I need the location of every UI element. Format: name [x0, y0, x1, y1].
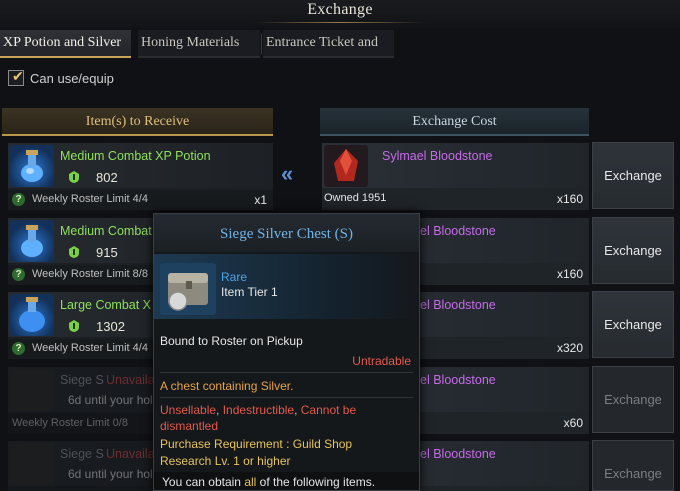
receive-quantity: x1	[254, 193, 267, 207]
exchange-cost-header: Exchange Cost	[320, 108, 589, 136]
cost-row-top: Sylmael Bloodstone	[322, 143, 589, 188]
xp-potion-icon	[10, 294, 54, 336]
tooltip-item-tier: Item Tier 1	[221, 285, 278, 299]
cost-item-name: el Bloodstone	[420, 298, 496, 312]
double-chevron-left-icon: «	[281, 161, 294, 186]
tab-label: Honing Materials	[141, 35, 240, 50]
silver-chest-icon	[10, 369, 54, 411]
flag-cannot-be: Cannot be	[300, 403, 357, 417]
tab-separator	[261, 34, 262, 54]
title-ornament	[255, 22, 425, 23]
tooltip-bound: Bound to Roster on Pickup	[160, 334, 303, 348]
price-value: 802	[96, 170, 118, 185]
guild-coin-icon	[69, 320, 79, 332]
exchange-button[interactable]: Exchange	[592, 217, 674, 284]
tab-bar: XP Potion and Silver Honing Materials En…	[0, 30, 400, 58]
silver-chest-icon	[160, 263, 216, 315]
can-use-equip-checkbox[interactable]: ✔	[8, 68, 24, 86]
tab-entrance-ticket[interactable]: Entrance Ticket and	[263, 30, 394, 58]
cost-item-name: el Bloodstone	[420, 373, 496, 387]
items-to-receive-header: Item(s) to Receive	[2, 108, 273, 136]
guild-coin-icon	[69, 171, 79, 183]
receive-row[interactable]: Medium Combat XP Potion 802 ? Weekly Ros…	[8, 143, 273, 210]
exchange-button[interactable]: Exchange	[592, 142, 674, 209]
checkmark-icon: ✔	[12, 68, 24, 84]
receive-item-name: Medium Combat	[60, 224, 152, 238]
tooltip-title: Siege Silver Chest (S)	[154, 214, 419, 252]
receive-row-top: Medium Combat XP Potion 802	[8, 143, 273, 188]
silver-chest-icon	[10, 443, 54, 485]
bloodstone-icon	[324, 145, 368, 187]
window-title: Exchange	[307, 1, 373, 18]
price-value: 1302	[96, 319, 125, 334]
tooltip-footer: You can obtain all of the following item…	[154, 472, 419, 490]
tooltip-requirement-1: Purchase Requirement : Guild Shop	[160, 437, 353, 451]
receive-item-name: Medium Combat XP Potion	[60, 149, 211, 163]
receive-row-bottom: ? Weekly Roster Limit 4/4 x1	[8, 190, 273, 210]
cost-item-name: el Bloodstone	[420, 224, 496, 238]
tooltip-requirement-2: Research Lv. 1 or higher	[160, 454, 291, 468]
price-value: 915	[96, 245, 118, 260]
tooltip-flags-line1: Unsellable, Indestructible, Cannot be	[160, 403, 357, 417]
receive-item-name: Siege S	[60, 373, 104, 387]
tooltip-rarity: Rare	[221, 270, 248, 284]
unavailable-label: Unavaila	[106, 447, 155, 461]
xp-potion-icon	[10, 145, 54, 187]
roster-limit: Weekly Roster Limit 8/8	[32, 268, 148, 280]
tooltip-item-header: Rare Item Tier 1	[154, 254, 419, 319]
cost-item-name: el Bloodstone	[420, 447, 496, 461]
roster-limit: Weekly Roster Limit 4/4	[32, 342, 148, 354]
can-use-equip-label: Can use/equip	[30, 71, 114, 86]
cost-quantity: x320	[556, 341, 583, 355]
guild-coin-icon	[69, 246, 79, 258]
flag-unsellable: Unsellable	[160, 403, 217, 417]
tooltip-description: A chest containing Silver.	[160, 379, 294, 393]
cost-quantity: x160	[556, 267, 583, 281]
timer: 6d until your hold	[68, 467, 160, 481]
tooltip-divider	[160, 372, 413, 373]
cost-item-name: Sylmael Bloodstone	[382, 149, 493, 163]
exchange-button-disabled: Exchange	[592, 440, 674, 491]
tab-label: Entrance Ticket and	[266, 35, 378, 50]
footer-all: all	[244, 475, 257, 489]
roster-limit: Weekly Roster Limit 0/8	[12, 417, 128, 429]
flag-indestructible: Indestructible	[222, 403, 295, 417]
cost-row: Sylmael Bloodstone Owned 1951 x160	[322, 143, 589, 210]
tab-honing-materials[interactable]: Honing Materials	[138, 30, 260, 58]
title-bar: Exchange	[0, 0, 680, 28]
footer-part2: of the following items.	[259, 475, 376, 489]
footer-part1: You can obtain	[162, 475, 241, 489]
tab-label: XP Potion and Silver	[3, 35, 122, 50]
help-icon[interactable]: ?	[12, 268, 25, 281]
item-tooltip: Siege Silver Chest (S) Rare Item Tier 1 …	[153, 213, 420, 491]
exchange-button-disabled: Exchange	[592, 366, 674, 433]
roster-limit: Weekly Roster Limit 4/4	[32, 193, 148, 205]
receive-item-name: Large Combat X	[60, 298, 152, 312]
cost-quantity: x160	[556, 192, 583, 206]
xp-potion-icon	[10, 220, 54, 262]
tooltip-untradable: Untradable	[352, 354, 411, 368]
cost-quantity: x60	[563, 416, 583, 430]
help-icon[interactable]: ?	[12, 342, 25, 355]
exchange-button[interactable]: Exchange	[592, 291, 674, 358]
tooltip-divider	[160, 397, 413, 398]
flag-dismantled: dismantled	[160, 419, 219, 433]
help-icon[interactable]: ?	[12, 193, 25, 206]
tooltip-footer-text: You can obtain all of the following item…	[162, 475, 375, 489]
owned-count: Owned 1951	[324, 192, 387, 204]
tab-xp-potion-silver[interactable]: XP Potion and Silver	[0, 30, 131, 58]
unavailable-label: Unavaila	[106, 373, 155, 387]
receive-item-name: Siege S	[60, 447, 104, 461]
timer: 6d until your hold	[68, 393, 160, 407]
